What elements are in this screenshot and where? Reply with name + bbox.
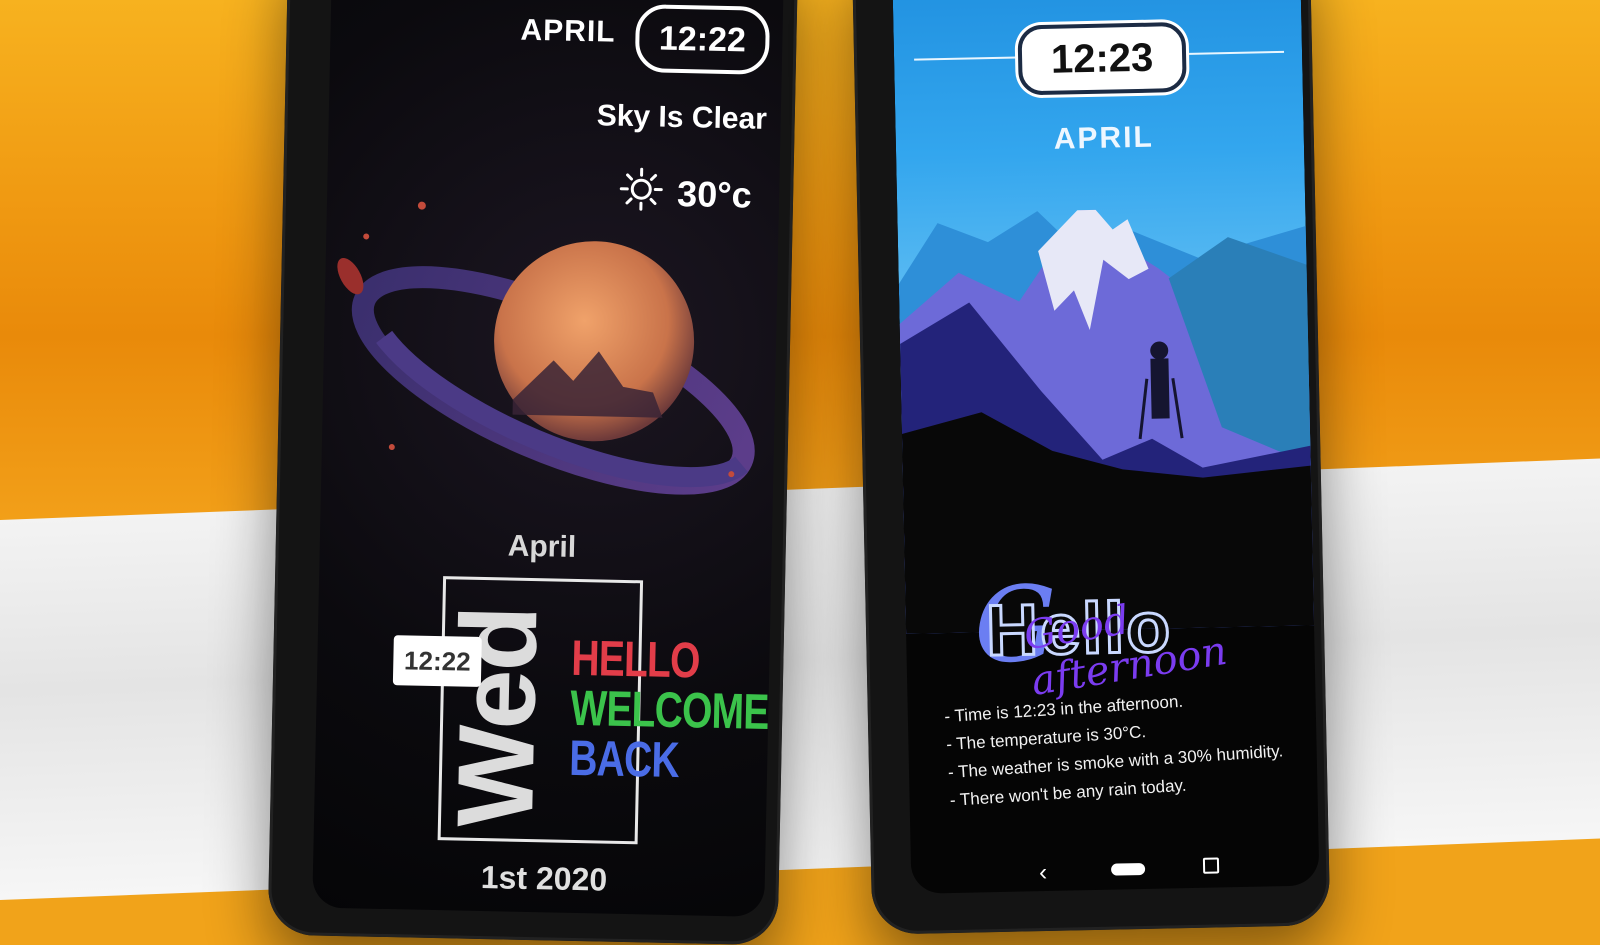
phone-left: APRIL 12:22 Sky Is Clear 30°c [268,0,799,945]
planet-illustration [320,196,784,536]
square-icon[interactable] [1203,857,1219,873]
date-line: 1st 2020 [480,859,607,899]
top-month-label: APRIL [520,14,616,50]
home-pill-icon[interactable] [1111,863,1145,876]
greeting-back: BACK [569,729,680,789]
time-box: 12:22 [393,635,482,687]
weather-status: Sky Is Clear [596,99,767,137]
mountain-illustration [897,205,1316,633]
phone-right: 12:23 APRIL G Hello Good afternoon - Tim… [852,0,1331,935]
top-clock: 12:22 [635,4,770,75]
phone-left-screen: APRIL 12:22 Sky Is Clear 30°c [312,0,784,917]
chevron-left-icon[interactable]: ‹ [1039,859,1048,887]
month-label: April [507,529,576,564]
backdrop-floor [0,459,1600,900]
phone-right-screen: 12:23 APRIL G Hello Good afternoon - Tim… [892,0,1319,894]
month-label: APRIL [1053,121,1154,157]
info-list: - Time is 12:23 in the afternoon. - The … [944,680,1310,815]
clock-widget: 12:23 [1017,22,1186,96]
